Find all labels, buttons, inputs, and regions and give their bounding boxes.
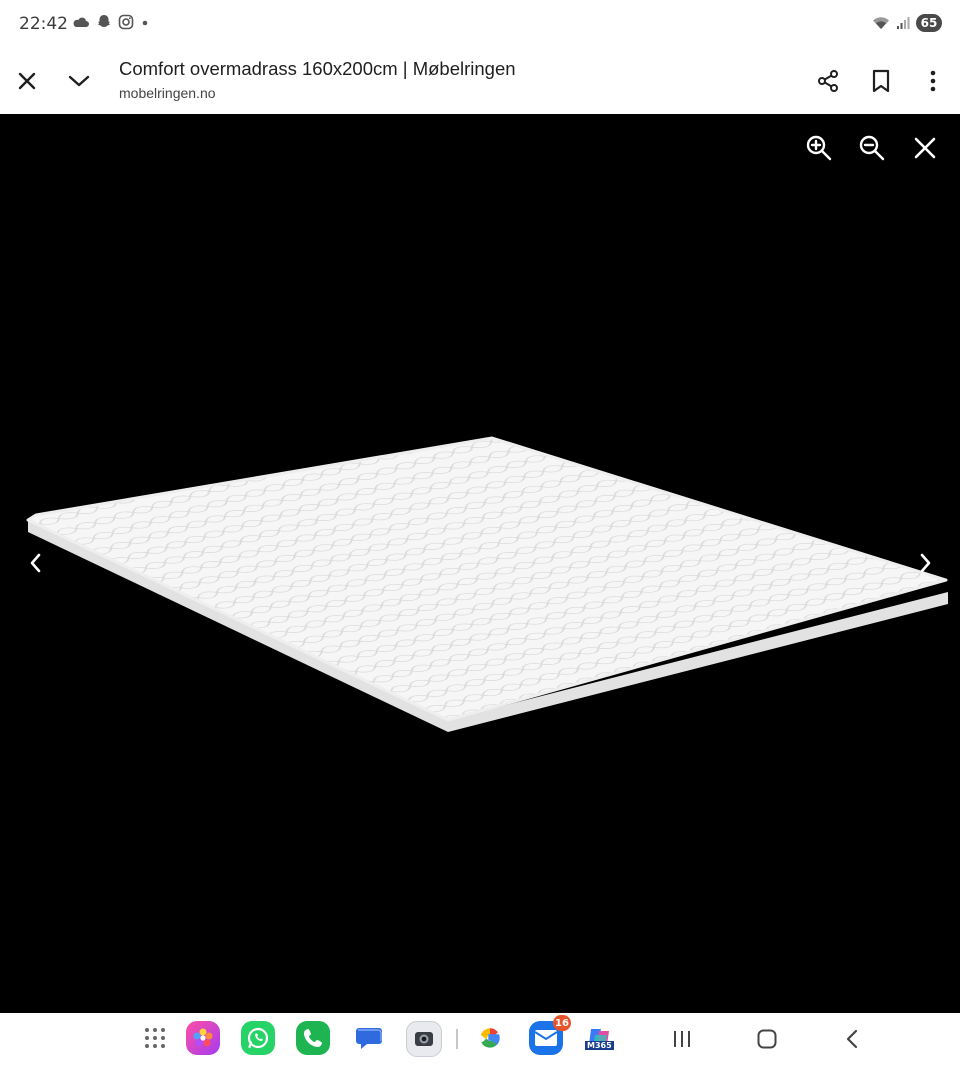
signal-icon <box>897 17 910 29</box>
share-icon <box>818 70 838 92</box>
recents-icon <box>674 1031 690 1047</box>
apps-drawer-button[interactable] <box>138 1021 172 1055</box>
whatsapp-app[interactable] <box>241 1021 275 1055</box>
camera-app[interactable] <box>406 1021 442 1057</box>
page-title[interactable]: Comfort overmadrass 160x200cm | Møbelrin… <box>119 58 516 80</box>
close-viewer-button[interactable] <box>903 126 947 170</box>
dock-divider <box>456 1029 458 1049</box>
apps-grid-icon <box>145 1028 165 1048</box>
google-icon <box>480 1028 500 1048</box>
previous-image-button[interactable] <box>13 541 57 585</box>
chevron-down-icon <box>68 75 90 87</box>
system-status-icons: 65 <box>872 14 942 32</box>
outlook-app[interactable]: 16 <box>529 1015 571 1055</box>
close-icon <box>914 137 936 159</box>
next-image-button[interactable] <box>904 541 948 585</box>
page-url[interactable]: mobelringen.no <box>119 85 216 101</box>
zoom-in-button[interactable] <box>797 126 841 170</box>
zoom-in-icon <box>806 135 832 161</box>
product-image-mattress-topper[interactable] <box>0 114 960 1013</box>
taskbar: 16 M365 <box>0 1013 960 1065</box>
outlook-icon <box>534 1030 558 1046</box>
photos-app-icon <box>193 1028 213 1047</box>
back-button[interactable] <box>834 1023 870 1055</box>
messages-app[interactable] <box>352 1021 386 1055</box>
camera-icon <box>415 1032 433 1046</box>
m365-copilot-app[interactable]: M365 <box>583 1021 617 1055</box>
messages-icon <box>356 1028 382 1049</box>
zoom-out-button[interactable] <box>850 126 894 170</box>
wifi-icon <box>873 17 889 29</box>
more-options-button[interactable] <box>908 56 958 106</box>
close-tab-button[interactable] <box>2 56 52 106</box>
notification-icons <box>72 14 150 30</box>
recents-button[interactable] <box>664 1023 700 1055</box>
gallery-app[interactable] <box>186 1021 220 1055</box>
copilot-label: M365 <box>585 1041 614 1050</box>
battery-indicator: 65 <box>916 14 942 32</box>
image-lightbox <box>0 114 960 1013</box>
minimize-tab-button[interactable] <box>54 56 104 106</box>
home-icon <box>757 1029 777 1049</box>
chevron-right-icon <box>920 553 931 573</box>
bookmark-icon <box>872 69 890 93</box>
more-vert-icon <box>930 70 936 92</box>
dot-icon <box>142 20 148 26</box>
notification-badge: 16 <box>553 1015 571 1031</box>
chevron-left-icon <box>30 553 41 573</box>
home-button[interactable] <box>749 1023 785 1055</box>
instagram-icon <box>118 14 134 30</box>
snapchat-icon <box>98 15 110 27</box>
back-icon <box>846 1029 858 1049</box>
google-app[interactable] <box>473 1021 507 1055</box>
phone-icon <box>304 1029 322 1047</box>
zoom-out-icon <box>859 135 885 161</box>
cloud-icon <box>73 17 89 27</box>
status-bar: 22:42 65 <box>0 0 960 48</box>
share-button[interactable] <box>803 56 853 106</box>
whatsapp-icon <box>247 1027 269 1049</box>
phone-app[interactable] <box>296 1021 330 1055</box>
custom-tab-toolbar: Comfort overmadrass 160x200cm | Møbelrin… <box>0 48 960 114</box>
status-time: 22:42 <box>19 14 68 34</box>
bookmark-button[interactable] <box>856 56 906 106</box>
close-icon <box>18 72 36 90</box>
